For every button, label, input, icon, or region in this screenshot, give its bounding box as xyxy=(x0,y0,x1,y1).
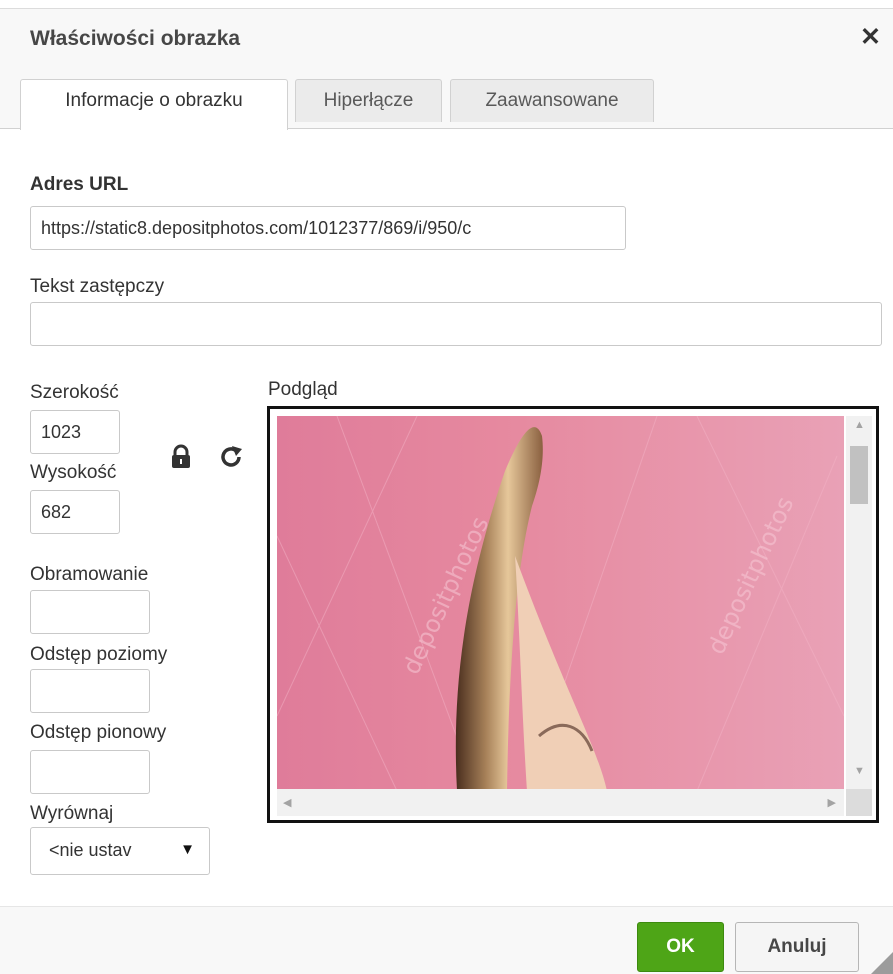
dialog-title: Właściwości obrazka xyxy=(30,27,241,50)
border-input[interactable] xyxy=(30,590,150,634)
scroll-right-icon[interactable]: ▶ xyxy=(828,796,836,809)
height-input[interactable] xyxy=(30,490,120,534)
url-label: Adres URL xyxy=(30,174,129,195)
preview-horizontal-scrollbar[interactable]: ◀ ▶ xyxy=(277,789,844,816)
align-select-value: <nie ustav xyxy=(49,840,132,860)
dialog-title-bar[interactable]: Właściwości obrazka ✕ xyxy=(0,8,893,72)
vspace-label: Odstęp pionowy xyxy=(30,722,167,743)
reset-size-icon[interactable] xyxy=(220,444,244,470)
image-properties-dialog: Właściwości obrazka ✕ Informacje o obraz… xyxy=(0,0,893,974)
scroll-up-icon[interactable]: ▲ xyxy=(854,419,865,431)
close-icon[interactable]: ✕ xyxy=(860,23,881,51)
resize-grip-icon[interactable] xyxy=(871,952,893,974)
hspace-label: Odstęp poziomy xyxy=(30,644,168,665)
preview-label: Podgląd xyxy=(268,379,338,400)
scroll-down-icon[interactable]: ▼ xyxy=(854,765,865,777)
align-label: Wyrównaj xyxy=(30,803,114,824)
width-label: Szerokość xyxy=(30,382,119,403)
tab-advanced[interactable]: Zaawansowane xyxy=(450,79,654,122)
scroll-left-icon[interactable]: ◀ xyxy=(283,796,291,809)
border-label: Obramowanie xyxy=(30,564,149,585)
watermark-text-right: depositphotos xyxy=(702,492,799,658)
align-select[interactable]: <nie ustav ▼ xyxy=(30,827,210,875)
cancel-button[interactable]: Anuluj xyxy=(735,922,859,972)
width-input[interactable] xyxy=(30,410,120,454)
hspace-input[interactable] xyxy=(30,669,150,713)
scrollbar-corner xyxy=(846,789,872,816)
preview-image: depositphotos depositphotos xyxy=(277,416,844,791)
tab-image-info[interactable]: Informacje o obrazku xyxy=(20,79,288,130)
vspace-input[interactable] xyxy=(30,750,150,794)
dialog-footer: OK Anuluj xyxy=(0,906,893,974)
preview-frame: depositphotos depositphotos ▲ ▼ ◀ ▶ xyxy=(267,406,879,823)
vertical-scroll-thumb[interactable] xyxy=(850,446,868,504)
alt-text-input[interactable] xyxy=(30,302,882,346)
preview-image-art: depositphotos depositphotos xyxy=(277,416,844,791)
preview-vertical-scrollbar[interactable]: ▲ ▼ xyxy=(846,416,872,791)
alt-text-label: Tekst zastępczy xyxy=(30,276,165,297)
ok-button[interactable]: OK xyxy=(637,922,724,972)
lock-icon[interactable] xyxy=(170,444,192,470)
tab-bar: Informacje o obrazku Hiperłącze Zaawanso… xyxy=(0,71,893,130)
height-label: Wysokość xyxy=(30,462,117,483)
chevron-down-icon: ▼ xyxy=(180,841,195,858)
url-input[interactable] xyxy=(30,206,626,250)
tab-hyperlink[interactable]: Hiperłącze xyxy=(295,79,442,122)
